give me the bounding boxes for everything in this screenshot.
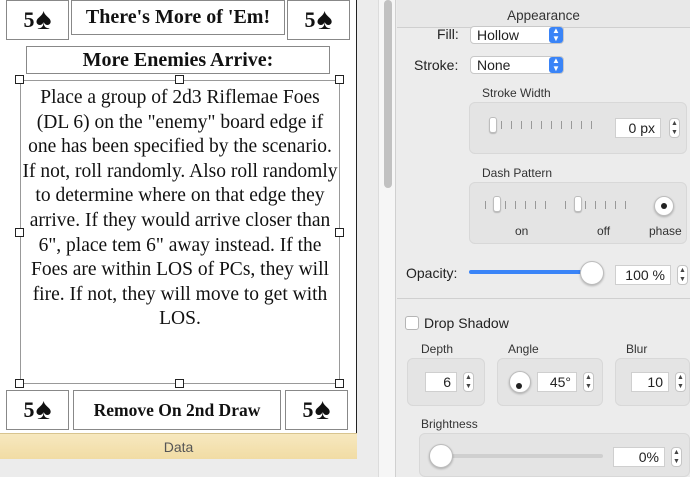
dash-on-label: on [515, 224, 529, 238]
inspector-title: Appearance [507, 8, 580, 23]
opacity-field[interactable]: 100 % [615, 265, 671, 285]
dash-off-label: off [597, 224, 611, 238]
chevron-up-down-icon: ▲ ▼ [549, 27, 563, 43]
dash-off-slider[interactable] [574, 196, 582, 212]
fill-value: Hollow [477, 27, 520, 43]
resize-handle-top-left[interactable] [15, 75, 24, 84]
corner-value: 5 [304, 7, 316, 32]
brightness-label: Brightness [421, 417, 478, 431]
resize-handle-bottom-left[interactable] [15, 379, 24, 388]
stroke-label: Stroke: [414, 57, 459, 73]
brightness-slider-knob[interactable] [429, 444, 453, 468]
opacity-label: Opacity: [406, 265, 458, 281]
angle-label: Angle [508, 342, 539, 356]
fill-popup[interactable]: Hollow ▲ ▼ [470, 26, 564, 44]
opacity-slider-track[interactable] [469, 270, 589, 274]
brightness-slider-track[interactable] [435, 454, 603, 458]
data-bar-label: Data [163, 438, 194, 455]
resize-handle-left[interactable] [15, 228, 24, 237]
drop-shadow-checkbox[interactable] [405, 316, 419, 330]
corner-top-right: 5 ♠ [287, 0, 350, 40]
inspector-header[interactable]: Appearance [397, 0, 690, 28]
spade-icon: ♠ [35, 3, 52, 36]
dial-dot [516, 383, 522, 389]
resize-handle-top-right[interactable] [335, 75, 344, 84]
corner-value: 5 [302, 397, 314, 422]
spade-icon: ♠ [314, 393, 331, 426]
canvas-scroll-thumb[interactable] [384, 0, 392, 188]
up-down-stepper-icon[interactable]: ▲ ▼ [463, 372, 474, 392]
dial-dot [661, 203, 667, 209]
corner-bottom-right: 5 ♠ [285, 390, 348, 430]
stroke-popup[interactable]: None ▲ ▼ [470, 56, 564, 74]
dash-on-slider[interactable] [493, 196, 501, 212]
canvas-scrollbar[interactable] [378, 0, 396, 477]
stroke-width-field[interactable]: 0 px [615, 118, 661, 138]
section-divider [397, 298, 690, 299]
resize-handle-right[interactable] [335, 228, 344, 237]
card-body[interactable]: Place a group of 2d3 Riflemae Foes (DL 6… [22, 86, 338, 332]
up-down-stepper-icon[interactable]: ▲ ▼ [671, 447, 682, 467]
corner-bottom-left: 5 ♠ [6, 390, 69, 430]
depth-label: Depth [421, 342, 454, 356]
blur-field[interactable]: 10 [631, 372, 669, 392]
spade-icon: ♠ [316, 3, 333, 36]
dash-pattern-label: Dash Pattern [482, 166, 553, 180]
spade-icon: ♠ [35, 393, 52, 426]
card-header: More Enemies Arrive: [26, 46, 330, 74]
corner-value: 5 [23, 397, 35, 422]
appearance-inspector: Appearance Fill: Hollow ▲ ▼ Stroke: None … [397, 0, 690, 477]
angle-dial[interactable] [509, 371, 531, 393]
resize-handle-bottom-right[interactable] [335, 379, 344, 388]
drop-shadow-label: Drop Shadow [424, 315, 509, 331]
canvas: 5 ♠ There's More of 'Em! 5 ♠ More Enemies … [0, 0, 378, 477]
data-bar[interactable]: Data [0, 433, 357, 459]
stroke-width-slider[interactable] [489, 117, 497, 133]
dash-phase-label: phase [649, 224, 682, 238]
stroke-value: None [477, 57, 511, 73]
card-footer: Remove On 2nd Draw [73, 390, 281, 430]
card-title: There's More of 'Em! [71, 0, 285, 35]
opacity-slider-knob[interactable] [580, 261, 604, 285]
corner-value: 5 [23, 7, 35, 32]
up-down-stepper-icon[interactable]: ▲ ▼ [583, 372, 594, 392]
up-down-stepper-icon[interactable]: ▲ ▼ [669, 118, 680, 138]
chevron-up-down-icon: ▲ ▼ [549, 57, 563, 73]
up-down-stepper-icon[interactable]: ▲ ▼ [677, 265, 688, 285]
stroke-width-label: Stroke Width [482, 86, 551, 100]
stroke-width-ticks [491, 121, 599, 129]
resize-handle-bottom[interactable] [175, 379, 184, 388]
card[interactable]: 5 ♠ There's More of 'Em! 5 ♠ More Enemies … [0, 0, 357, 433]
blur-label: Blur [626, 342, 648, 356]
up-down-stepper-icon[interactable]: ▲ ▼ [675, 372, 686, 392]
angle-field[interactable]: 45° [537, 372, 577, 392]
fill-label: Fill: [437, 26, 459, 42]
brightness-field[interactable]: 0% [613, 447, 665, 467]
resize-handle-top[interactable] [175, 75, 184, 84]
corner-top-left: 5 ♠ [6, 0, 69, 40]
depth-field[interactable]: 6 [425, 372, 457, 392]
dash-phase-dial[interactable] [654, 196, 674, 216]
